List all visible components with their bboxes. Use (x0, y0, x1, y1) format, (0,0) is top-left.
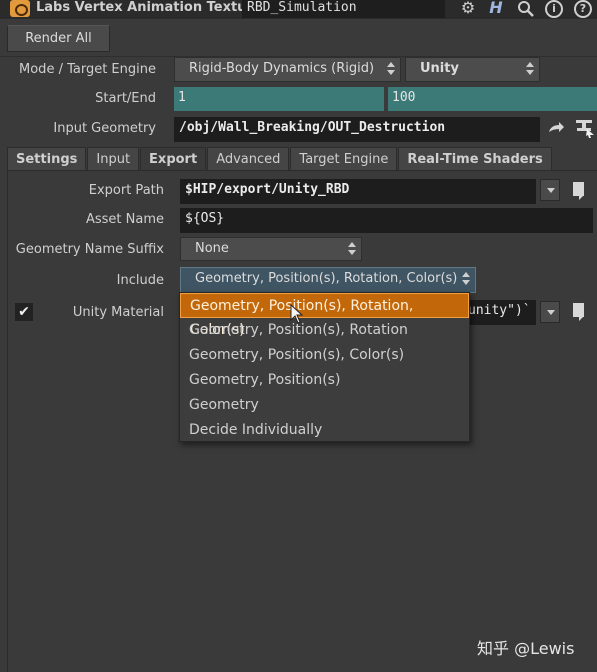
chevron-down-icon (547, 188, 555, 193)
geometry-suffix-select[interactable]: None (180, 237, 362, 261)
node-name-field[interactable]: RBD_Simulation (242, 0, 445, 18)
unity-material-field[interactable]: unity")` (468, 300, 536, 325)
asset-name-field[interactable]: ${OS} (180, 208, 593, 233)
dropdown-option[interactable]: Geometry, Position(s), Color(s) (180, 343, 469, 368)
export-path-menu-button[interactable] (540, 179, 560, 201)
tab-export[interactable]: Export (140, 147, 207, 171)
jump-to-node-icon[interactable] (547, 120, 565, 138)
input-geometry-label: Input Geometry (53, 121, 156, 136)
include-dropdown-menu: Geometry, Position(s), Rotation, Color(s… (179, 292, 470, 442)
include-select[interactable]: Geometry, Position(s), Rotation, Color(s… (180, 267, 476, 293)
export-path-field[interactable]: $HIP/export/Unity_RBD (180, 179, 536, 204)
dropdown-option[interactable]: Geometry (180, 393, 469, 418)
gear-icon[interactable]: ⚙ (456, 0, 480, 18)
input-geometry-field[interactable]: /obj/Wall_Breaking/OUT_Destruction (174, 117, 540, 142)
mode-label: Mode / Target Engine (19, 62, 156, 77)
search-icon[interactable] (515, 0, 537, 18)
background-window-fragment (0, 340, 6, 354)
node-type-icon (10, 0, 30, 17)
select-arrows-icon (347, 241, 357, 257)
question-icon[interactable]: ? (574, 0, 592, 18)
geometry-suffix-value: None (195, 241, 229, 256)
node-type-label: Labs Vertex Animation Textures (36, 0, 270, 15)
select-arrows-icon (386, 61, 396, 77)
engine-value: Unity (420, 61, 459, 76)
tab-advanced[interactable]: Advanced (207, 147, 290, 171)
start-end-label: Start/End (95, 91, 156, 106)
dropdown-option[interactable]: Geometry, Position(s), Rotation, Color(s… (180, 293, 469, 338)
export-path-label: Export Path (88, 183, 164, 198)
tab-real-time-shaders[interactable]: Real-Time Shaders (398, 147, 552, 171)
start-frame-field[interactable]: 1 (174, 87, 384, 111)
chevron-down-icon (547, 310, 555, 315)
node-picker-icon[interactable] (574, 117, 596, 139)
tab-settings[interactable]: Settings (7, 147, 87, 171)
dropdown-option[interactable]: Geometry, Position(s) (180, 368, 469, 393)
mouse-cursor-icon (290, 303, 304, 324)
watermark: 知乎 @Lewis (477, 639, 575, 658)
dropdown-option[interactable]: Geometry, Position(s), Rotation (180, 318, 469, 343)
end-frame-field[interactable]: 100 (388, 87, 597, 111)
unity-material-label: Unity Material (72, 305, 164, 320)
include-label: Include (116, 273, 164, 288)
target-engine-select[interactable]: Unity (405, 57, 540, 82)
unity-material-checkbox[interactable]: ✔ (15, 303, 33, 321)
render-all-button[interactable]: Render All (7, 25, 110, 52)
info-icon[interactable]: i (545, 0, 563, 18)
unity-material-menu-button[interactable] (540, 301, 560, 323)
mode-select[interactable]: Rigid-Body Dynamics (Rigid) (174, 57, 401, 82)
dropdown-option[interactable]: Decide Individually (180, 418, 469, 443)
tab-target-engine[interactable]: Target Engine (290, 147, 398, 171)
include-value: Geometry, Position(s), Rotation, Color(s… (195, 271, 458, 286)
select-arrows-icon (525, 61, 535, 77)
geometry-suffix-label: Geometry Name Suffix (15, 242, 164, 257)
asset-name-label: Asset Name (85, 212, 164, 227)
tab-input[interactable]: Input (87, 147, 140, 171)
select-arrows-icon (461, 271, 471, 287)
mode-value: Rigid-Body Dynamics (Rigid) (189, 61, 375, 76)
file-chooser-icon[interactable] (572, 303, 588, 321)
parameter-tabs: Settings Input Export Advanced Target En… (7, 147, 553, 171)
help-h-icon[interactable]: H (484, 0, 508, 18)
file-chooser-icon[interactable] (572, 182, 588, 200)
